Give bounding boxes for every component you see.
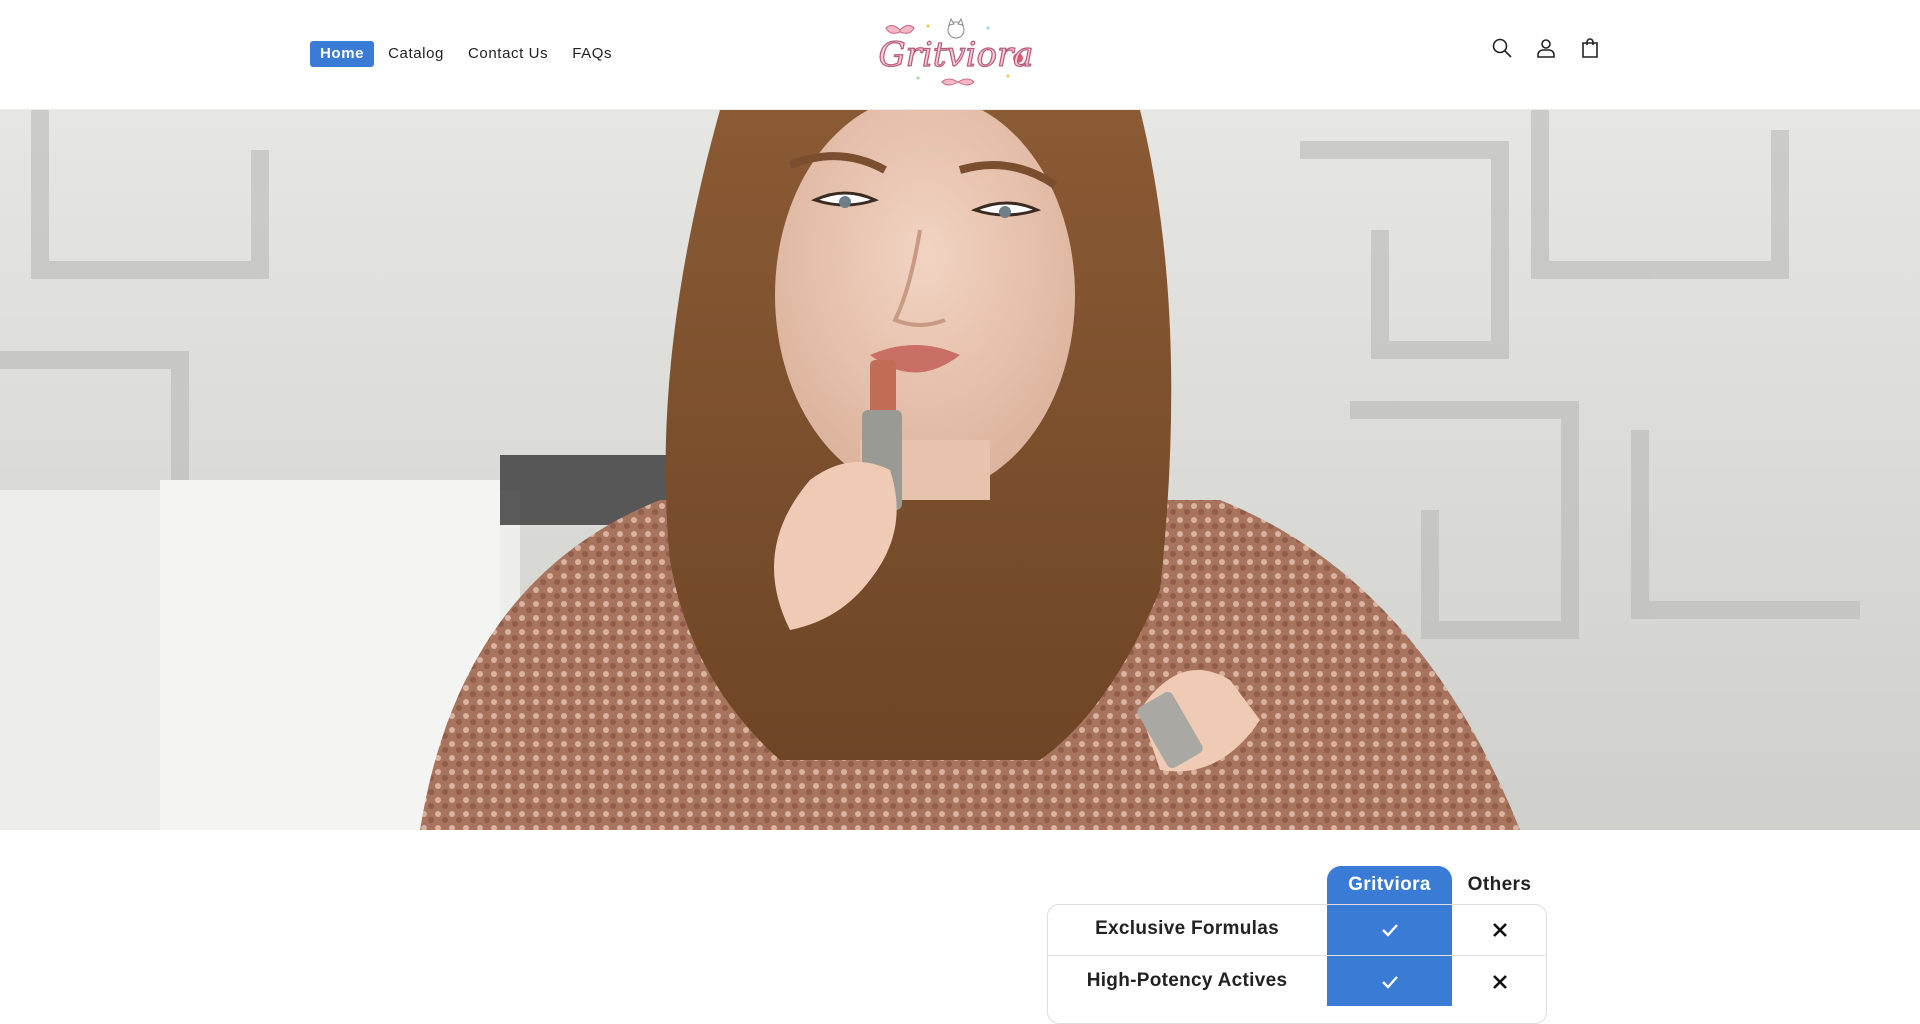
search-icon[interactable]: [1490, 36, 1514, 60]
close-icon: [1452, 956, 1547, 1008]
check-icon: [1327, 904, 1452, 956]
nav-faqs[interactable]: FAQs: [562, 41, 622, 67]
nav-catalog[interactable]: Catalog: [378, 41, 454, 67]
header-actions: [1490, 36, 1602, 60]
main-nav: Home Catalog Contact Us FAQs: [310, 41, 626, 67]
nav-home[interactable]: Home: [310, 41, 375, 67]
comparison-section: Gritviora Others Exclusive Formulas High…: [0, 830, 1920, 1024]
cart-icon[interactable]: [1578, 36, 1602, 60]
feature-label: High-Potency Actives: [1086, 970, 1288, 991]
others-column-label: Others: [1467, 874, 1532, 895]
brand-column-label: Gritviora: [1348, 874, 1431, 895]
brand-logo[interactable]: Gritviora: [878, 16, 1034, 92]
site-header: Home Catalog Contact Us FAQs Gritviora: [0, 0, 1920, 110]
nav-contact-us[interactable]: Contact Us: [458, 41, 558, 67]
hero-image: [0, 110, 1920, 830]
feature-label: Exclusive Formulas: [1095, 918, 1279, 939]
close-icon: [1452, 904, 1547, 956]
comparison-row: Exclusive Formulas: [1047, 904, 1547, 956]
svg-text:Gritviora: Gritviora: [878, 35, 1033, 75]
account-icon[interactable]: [1534, 36, 1558, 60]
check-icon: [1327, 956, 1452, 1008]
comparison-row: High-Potency Actives: [1047, 956, 1547, 1008]
